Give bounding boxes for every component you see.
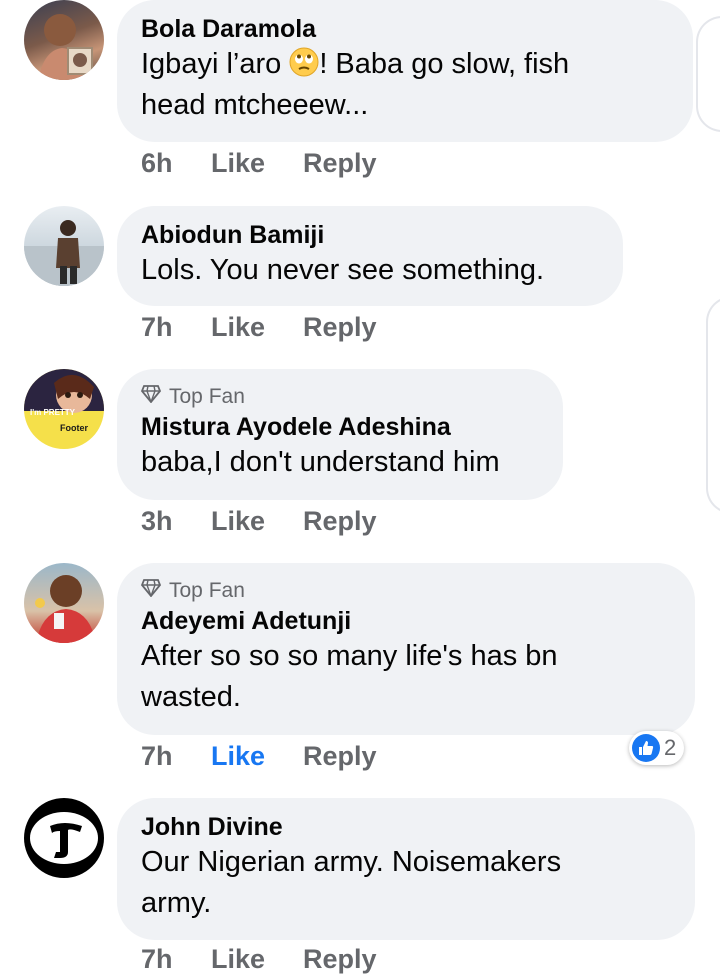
comment-actions: 3h Like Reply [141, 506, 377, 537]
comment-text: army. [141, 887, 212, 919]
reply-button[interactable]: Reply [303, 741, 377, 772]
top-fan-badge: Top Fan [140, 578, 671, 604]
reaction-summary[interactable]: 2 [629, 731, 685, 765]
timestamp[interactable]: 3h [141, 506, 211, 537]
rolling-eyes-emoji [289, 47, 319, 80]
diamond-icon [140, 578, 162, 604]
reply-button[interactable]: Reply [303, 312, 377, 343]
comment-actions: 7h Like Reply [141, 312, 377, 343]
timestamp[interactable]: 7h [141, 944, 211, 975]
like-button[interactable]: Like [211, 506, 303, 537]
partial-bubble-edge [706, 296, 720, 514]
diamond-icon [140, 384, 162, 410]
comment-text: head mtcheeew... [141, 89, 369, 121]
commenter-name[interactable]: Abiodun Bamiji [141, 220, 599, 250]
comment-text: Our Nigerian army. Noisemakers [141, 846, 562, 878]
like-button[interactable]: Like [211, 944, 303, 975]
comment-text: Lols. You never see something. [141, 254, 545, 286]
comment-bubble: John Divine Our Nigerian army. Noisemake… [117, 798, 695, 940]
reply-button[interactable]: Reply [303, 148, 377, 179]
timestamp[interactable]: 7h [141, 741, 211, 772]
avatar[interactable] [24, 563, 104, 643]
like-button[interactable]: Like [211, 312, 303, 343]
top-fan-badge: Top Fan [140, 384, 539, 410]
comment-actions: 7h Like Reply [141, 944, 377, 975]
avatar[interactable] [24, 206, 104, 286]
avatar[interactable]: I'm PRETTY Footer [24, 369, 104, 449]
commenter-name[interactable]: Mistura Ayodele Adeshina [141, 412, 539, 442]
timestamp[interactable]: 7h [141, 312, 211, 343]
reaction-count: 2 [664, 735, 677, 760]
partial-bubble-edge [696, 16, 720, 132]
avatar[interactable] [24, 798, 104, 878]
comment-bubble: Top Fan Mistura Ayodele Adeshina baba,I … [117, 369, 563, 500]
comment-bubble: Bola Daramola Igbayi l’aro ! Baba go slo… [117, 0, 693, 142]
like-button[interactable]: Like [211, 741, 303, 772]
comment-bubble: Top Fan Adeyemi Adetunji After so so so … [117, 563, 695, 735]
comment-text: baba,I don't understand him [141, 446, 500, 478]
avatar-text: I'm PRETTY [30, 408, 76, 417]
avatar[interactable] [24, 0, 104, 80]
reply-button[interactable]: Reply [303, 944, 377, 975]
comment-text: After so so so many life's has bn [141, 640, 558, 672]
thumbs-up-icon [632, 734, 660, 762]
avatar-text: Footer [60, 423, 88, 433]
like-button[interactable]: Like [211, 148, 303, 179]
comment-bubble: Abiodun Bamiji Lols. You never see somet… [117, 206, 623, 306]
comment-text: wasted. [141, 681, 241, 713]
comment-text: Igbayi l’aro ! Baba go slow, fish [141, 47, 570, 80]
comment-actions: 6h Like Reply [141, 148, 377, 179]
comment-actions: 7h Like Reply [141, 741, 377, 772]
commenter-name[interactable]: Adeyemi Adetunji [141, 606, 671, 636]
commenter-name[interactable]: Bola Daramola [141, 14, 669, 44]
commenter-name[interactable]: John Divine [141, 812, 671, 842]
reply-button[interactable]: Reply [303, 506, 377, 537]
timestamp[interactable]: 6h [141, 148, 211, 179]
